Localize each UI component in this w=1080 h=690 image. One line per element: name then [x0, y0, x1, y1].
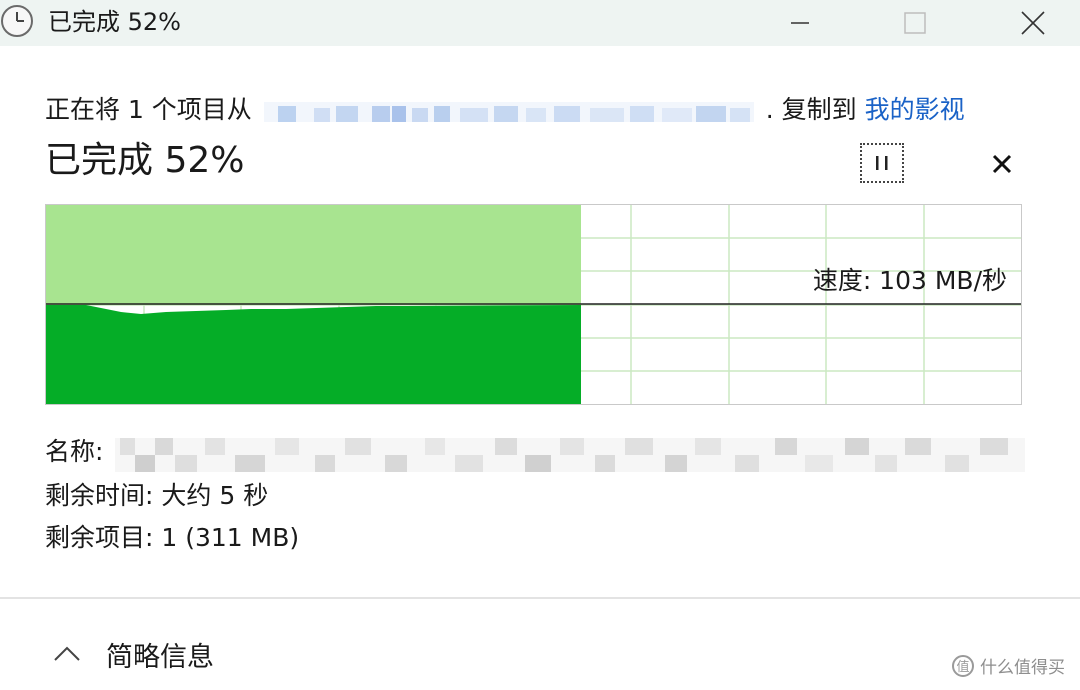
watermark: 值 什么值得买 — [952, 653, 1065, 678]
file-name-redacted — [115, 438, 1025, 472]
progress-status: 已完成 52% — [45, 140, 245, 181]
speed-area-dark — [46, 305, 581, 404]
time-remaining: 剩余时间: 大约 5 秒 — [45, 478, 268, 514]
window-title: 已完成 52% — [48, 8, 181, 36]
name-label: 名称: — [45, 437, 104, 466]
minimize-button[interactable] — [770, 0, 830, 46]
watermark-logo-icon: 值 — [952, 654, 974, 677]
cancel-icon — [992, 154, 1012, 174]
copy-middle: . 复制到 — [765, 95, 857, 124]
items-remaining-label: 剩余项目: — [45, 523, 154, 552]
footer-divider — [0, 597, 1080, 599]
source-path-redacted — [263, 98, 754, 122]
items-remaining-value: 1 (311 MB) — [161, 523, 300, 552]
time-remaining-value: 大约 5 秒 — [161, 481, 269, 510]
cancel-button[interactable] — [986, 148, 1018, 180]
pause-icon — [876, 156, 888, 170]
progress-area-light — [46, 205, 581, 305]
title-bar: 已完成 52% — [0, 0, 1080, 46]
transfer-speed-graph: 速度: 103 MB/秒 — [45, 204, 1022, 405]
close-icon — [1021, 11, 1045, 35]
copy-description: 正在将 1 个项目从 . 复制到 我的影视 — [45, 90, 1035, 130]
pause-button[interactable] — [860, 143, 904, 183]
clock-icon — [1, 5, 33, 37]
speed-label: 速度: 103 MB/秒 — [812, 266, 1007, 295]
copy-prefix: 正在将 1 个项目从 — [45, 95, 252, 124]
time-remaining-label: 剩余时间: — [45, 481, 154, 510]
less-details-label: 简略信息 — [106, 641, 214, 673]
close-button[interactable] — [1003, 0, 1063, 46]
destination-link[interactable]: 我的影视 — [865, 95, 965, 124]
chevron-up-icon — [54, 646, 80, 661]
maximize-icon — [904, 12, 926, 34]
minimize-icon — [791, 22, 809, 24]
watermark-text: 什么值得买 — [980, 658, 1065, 678]
items-remaining: 剩余项目: 1 (311 MB) — [45, 520, 299, 556]
maximize-button[interactable] — [885, 0, 945, 46]
less-details-toggle[interactable]: 简略信息 — [52, 632, 214, 676]
